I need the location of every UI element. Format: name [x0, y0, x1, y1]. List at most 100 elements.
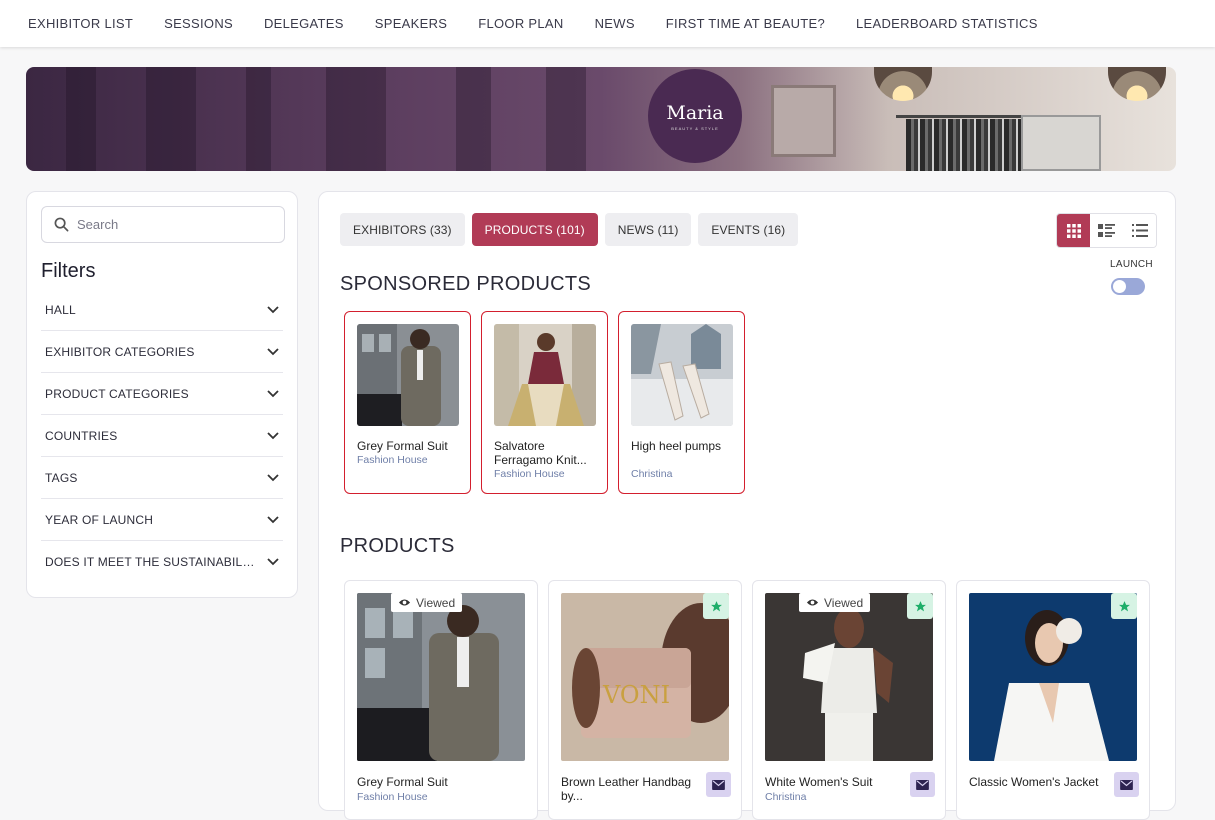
contact-button[interactable]	[706, 772, 731, 797]
product-card[interactable]: VONI Brown Leather Handbag by...	[548, 580, 742, 820]
exhibitor-logo: Maria BEAUTY & STYLE	[648, 69, 742, 163]
svg-text:VONI: VONI	[602, 681, 670, 709]
contact-button[interactable]	[910, 772, 935, 797]
list-icon	[1131, 224, 1148, 237]
filter-label: COUNTRIES	[45, 428, 118, 443]
tab-exhibitors[interactable]: EXHIBITORS (33)	[340, 213, 465, 246]
detail-list-icon	[1098, 223, 1115, 237]
nav-news[interactable]: NEWS	[595, 16, 635, 31]
favorite-star-button[interactable]	[907, 593, 933, 619]
nav-exhibitor-list[interactable]: EXHIBITOR LIST	[28, 16, 133, 31]
tab-products[interactable]: PRODUCTS (101)	[471, 213, 598, 246]
product-image	[494, 324, 596, 426]
company-name: Christina	[765, 791, 807, 803]
launch-toggle[interactable]	[1111, 278, 1145, 295]
sponsored-product-card[interactable]: Salvatore Ferragamo Knit... Fashion Hous…	[481, 311, 608, 494]
chevron-down-icon	[267, 473, 279, 481]
viewed-label: Viewed	[824, 595, 864, 610]
logo-text: Maria	[666, 101, 724, 124]
chevron-down-icon	[267, 431, 279, 439]
banner-decor	[546, 67, 586, 171]
product-name: White Women's Suit	[765, 775, 873, 789]
nav-leaderboard[interactable]: LEADERBOARD STATISTICS	[856, 16, 1038, 31]
grid-icon	[1066, 223, 1081, 238]
nav-speakers[interactable]: SPEAKERS	[375, 16, 447, 31]
products-heading: PRODUCTS	[340, 535, 455, 557]
company-name: Fashion House	[357, 454, 428, 466]
banner-decor	[146, 67, 196, 171]
eye-icon	[806, 599, 819, 606]
product-image	[357, 593, 525, 761]
filter-sidebar: Filters HALL EXHIBITOR CATEGORIES PRODUC…	[26, 191, 298, 598]
viewed-label: Viewed	[416, 595, 456, 610]
banner-decor	[1021, 115, 1101, 171]
company-name: Fashion House	[494, 468, 565, 480]
product-name: High heel pumps	[631, 439, 722, 453]
nav-delegates[interactable]: DELEGATES	[264, 16, 344, 31]
nav-sessions[interactable]: SESSIONS	[164, 16, 233, 31]
tab-news[interactable]: NEWS (11)	[604, 213, 692, 246]
filter-label: DOES IT MEET THE SUSTAINABILITY CRITERIA…	[45, 555, 255, 569]
favorite-star-button[interactable]	[703, 593, 729, 619]
banner-decor	[771, 85, 836, 157]
filter-tags[interactable]: TAGS	[41, 457, 283, 499]
banner-decor	[246, 67, 271, 171]
filter-label: HALL	[45, 302, 76, 317]
filters-heading: Filters	[41, 260, 96, 282]
product-card[interactable]: Viewed White Women's Suit Christina	[752, 580, 946, 820]
product-card[interactable]: Viewed Grey Formal Suit Fashion House	[344, 580, 538, 820]
sponsored-product-card[interactable]: High heel pumps Christina	[618, 311, 745, 494]
product-name: Classic Women's Jacket	[969, 775, 1099, 789]
lamp-icon	[1108, 67, 1166, 101]
filter-label: PRODUCT CATEGORIES	[45, 386, 189, 401]
product-name: Grey Formal Suit	[357, 775, 448, 789]
chevron-down-icon	[267, 515, 279, 523]
product-card[interactable]: Classic Women's Jacket	[956, 580, 1150, 820]
filter-exhibitor-categories[interactable]: EXHIBITOR CATEGORIES	[41, 331, 283, 373]
nav-floor-plan[interactable]: FLOOR PLAN	[478, 16, 563, 31]
list-view-button[interactable]	[1123, 214, 1156, 247]
filter-sustainability[interactable]: DOES IT MEET THE SUSTAINABILITY CRITERIA…	[41, 541, 283, 583]
product-name: Grey Formal Suit	[357, 439, 448, 453]
logo-subtext: BEAUTY & STYLE	[671, 125, 719, 131]
mail-icon	[1120, 779, 1133, 790]
filter-label: YEAR OF LAUNCH	[45, 512, 154, 527]
favorite-star-button[interactable]	[1111, 593, 1137, 619]
grid-view-button[interactable]	[1057, 214, 1090, 247]
banner-decor	[66, 67, 96, 171]
contact-button[interactable]	[1114, 772, 1139, 797]
product-name: Salvatore Ferragamo Knit...	[494, 439, 587, 467]
filter-product-categories[interactable]: PRODUCT CATEGORIES	[41, 373, 283, 415]
sponsored-products-heading: SPONSORED PRODUCTS	[340, 273, 591, 295]
filter-label: EXHIBITOR CATEGORIES	[45, 344, 195, 359]
chevron-down-icon	[267, 558, 279, 566]
search-box[interactable]	[41, 206, 285, 243]
search-input[interactable]	[77, 217, 257, 232]
product-image	[631, 324, 733, 426]
chevron-down-icon	[267, 347, 279, 355]
company-name: Christina	[631, 468, 673, 480]
chevron-down-icon	[267, 389, 279, 397]
detail-list-view-button[interactable]	[1090, 214, 1123, 247]
star-icon	[710, 600, 722, 611]
filter-label: TAGS	[45, 470, 78, 485]
star-icon	[914, 600, 926, 611]
filter-countries[interactable]: COUNTRIES	[41, 415, 283, 457]
filter-year-of-launch[interactable]: YEAR OF LAUNCH	[41, 499, 283, 541]
banner-decor	[326, 67, 386, 171]
toggle-knob	[1113, 280, 1126, 293]
lamp-icon	[874, 67, 932, 101]
mail-icon	[712, 779, 725, 790]
view-switcher	[1056, 213, 1157, 248]
filter-hall[interactable]: HALL	[41, 289, 283, 331]
star-icon	[1118, 600, 1130, 611]
exhibitor-banner: Maria BEAUTY & STYLE	[26, 67, 1176, 171]
tab-events[interactable]: EVENTS (16)	[698, 213, 799, 246]
company-name: Fashion House	[357, 791, 428, 803]
sponsored-product-card[interactable]: Grey Formal Suit Fashion House	[344, 311, 471, 494]
eye-icon	[398, 599, 411, 606]
filter-list: HALL EXHIBITOR CATEGORIES PRODUCT CATEGO…	[41, 289, 283, 583]
content-tabs: EXHIBITORS (33) PRODUCTS (101) NEWS (11)…	[340, 213, 805, 246]
nav-first-time[interactable]: FIRST TIME AT BEAUTE?	[666, 16, 825, 31]
viewed-badge: Viewed	[391, 593, 463, 612]
